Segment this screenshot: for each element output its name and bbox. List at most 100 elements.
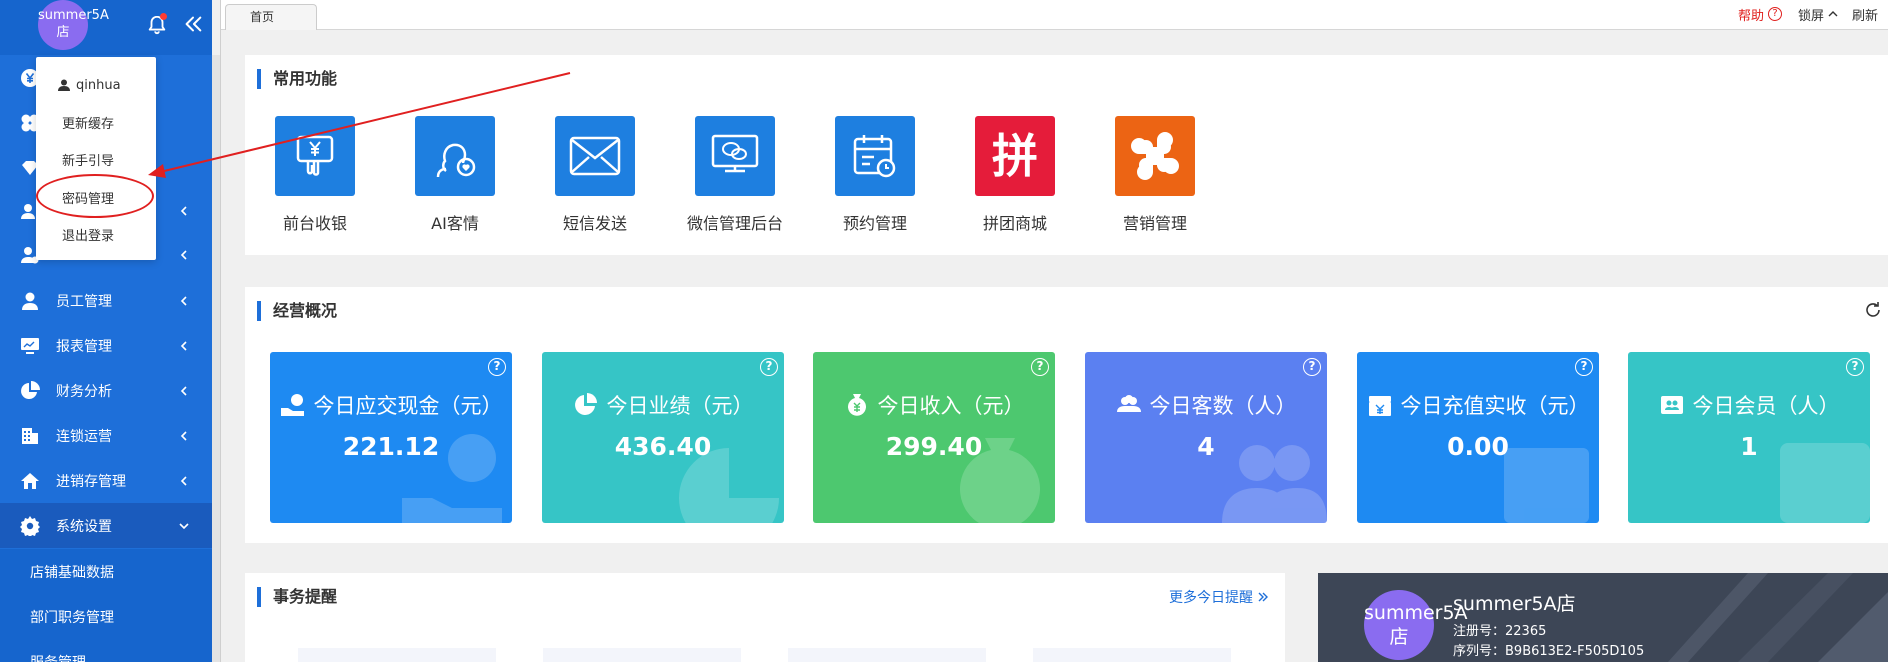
stat-header: 今日收入（元） bbox=[813, 390, 1055, 420]
sidebar-item-label: 系统设置 bbox=[56, 518, 112, 535]
func-appointment[interactable]: 预约管理 bbox=[820, 116, 930, 234]
more-reminders-link[interactable]: 更多今日提醒 bbox=[1169, 587, 1269, 607]
ai-customer-icon bbox=[415, 116, 495, 196]
collapse-sidebar-icon[interactable] bbox=[182, 12, 204, 36]
pie-chart-icon bbox=[20, 380, 40, 401]
submenu-item-services[interactable]: 服务管理 bbox=[0, 639, 212, 662]
sidebar-item-label: 员工管理 bbox=[56, 293, 112, 310]
dropdown-item-label: 新手引导 bbox=[62, 153, 115, 169]
dropdown-item-label: 更新缓存 bbox=[62, 116, 115, 132]
help-icon[interactable]: ? bbox=[1303, 358, 1321, 376]
stat-card-cash[interactable]: ? 今日应交现金（元） 221.12 bbox=[270, 352, 512, 523]
func-ai-customer[interactable]: AI客情 bbox=[400, 116, 510, 234]
func-cashier[interactable]: 前台收银 bbox=[260, 116, 370, 234]
background-photo bbox=[1668, 573, 1888, 662]
stat-card-income[interactable]: ? 今日收入（元） 299.40 bbox=[813, 352, 1055, 523]
dropdown-item-guide[interactable]: 新手引导 bbox=[36, 144, 156, 174]
user-icon bbox=[20, 291, 40, 311]
group-buy-glyph: 拼 bbox=[992, 129, 1038, 183]
chevron-left-icon bbox=[180, 205, 187, 216]
gear-icon bbox=[20, 515, 40, 536]
sidebar-item-settings[interactable]: 系统设置 bbox=[0, 503, 212, 548]
dropdown-username: qinhua bbox=[36, 70, 156, 100]
sidebar-item-chain[interactable]: 连锁运营 bbox=[0, 413, 212, 458]
lock-screen-button[interactable]: 锁屏 bbox=[1798, 5, 1838, 24]
stat-header: 今日应交现金（元） bbox=[270, 390, 512, 420]
chevron-up-icon bbox=[1828, 11, 1838, 17]
shop-registration-number: 注册号：22365 bbox=[1453, 624, 1547, 639]
help-icon[interactable]: ? bbox=[1031, 358, 1049, 376]
chevron-left-icon bbox=[180, 430, 187, 441]
func-label: 短信发送 bbox=[562, 214, 627, 233]
func-marketing[interactable]: 营销管理 bbox=[1100, 116, 1210, 234]
help-icon[interactable]: ? bbox=[1846, 358, 1864, 376]
stat-card-members[interactable]: ? 今日会员（人） 1 bbox=[1628, 352, 1870, 523]
submenu-item-label: 部门职务管理 bbox=[30, 609, 114, 626]
stat-value: 0.00 bbox=[1447, 432, 1509, 461]
stat-label: 今日收入（元） bbox=[877, 394, 1025, 418]
stat-header: 今日充值实收（元） bbox=[1357, 390, 1599, 420]
stat-label: 今日业绩（元） bbox=[606, 394, 754, 418]
chevron-down-icon bbox=[179, 522, 189, 529]
stat-label: 今日会员（人） bbox=[1692, 394, 1840, 418]
reload-icon[interactable] bbox=[1864, 301, 1882, 319]
wallet-icon bbox=[1367, 392, 1393, 418]
refresh-button[interactable]: 刷新 bbox=[1852, 5, 1888, 24]
panel-title: 常用功能 bbox=[257, 69, 337, 89]
sidebar-item-reports[interactable]: 报表管理 bbox=[0, 323, 212, 368]
sidebar-scrollbar[interactable] bbox=[212, 55, 220, 662]
stat-label: 今日充值实收（元） bbox=[1400, 394, 1590, 418]
task-card bbox=[788, 648, 986, 662]
stat-card-performance[interactable]: ? 今日业绩（元） 436.40 bbox=[542, 352, 784, 523]
help-link[interactable]: 帮助? bbox=[1738, 5, 1782, 24]
func-label: 前台收银 bbox=[282, 214, 347, 233]
stat-value: 299.40 bbox=[885, 432, 983, 461]
stat-header: 今日业绩（元） bbox=[542, 390, 784, 420]
cashier-icon bbox=[275, 116, 355, 196]
stat-label: 今日客数（人） bbox=[1149, 394, 1297, 418]
tab-label: 首页 bbox=[250, 10, 275, 24]
dropdown-item-refresh-cache[interactable]: 更新缓存 bbox=[36, 107, 156, 137]
sidebar-item-label: 财务分析 bbox=[56, 383, 112, 400]
double-chevron-right-icon bbox=[1258, 592, 1268, 602]
task-card bbox=[298, 648, 496, 662]
help-icon[interactable]: ? bbox=[488, 358, 506, 376]
submenu-item-shop-data[interactable]: 店铺基础数据 bbox=[0, 549, 212, 594]
tab-home[interactable]: 首页 bbox=[225, 4, 317, 30]
user-icon bbox=[58, 79, 70, 91]
stat-header: 今日客数（人） bbox=[1085, 390, 1327, 420]
submenu-item-label: 店铺基础数据 bbox=[30, 564, 114, 581]
func-group-buy[interactable]: 拼 拼团商城 bbox=[960, 116, 1070, 234]
submenu-item-departments[interactable]: 部门职务管理 bbox=[0, 594, 212, 639]
help-icon[interactable]: ? bbox=[1575, 358, 1593, 376]
sidebar-item-label: 连锁运营 bbox=[56, 428, 112, 445]
help-icon[interactable]: ? bbox=[760, 358, 778, 376]
home-icon bbox=[20, 471, 40, 491]
sidebar-item-label: 报表管理 bbox=[56, 338, 112, 355]
money-bag-icon bbox=[844, 392, 870, 418]
wechat-icon bbox=[695, 116, 775, 196]
chevron-left-icon bbox=[180, 249, 187, 260]
func-label: 拼团商城 bbox=[982, 214, 1047, 233]
panel-title: 经营概况 bbox=[257, 301, 337, 321]
stat-value: 436.40 bbox=[614, 432, 712, 461]
dropdown-item-logout[interactable]: 退出登录 bbox=[36, 219, 156, 249]
stat-card-customers[interactable]: ? 今日客数（人） 4 bbox=[1085, 352, 1327, 523]
func-sms[interactable]: 短信发送 bbox=[540, 116, 650, 234]
sidebar-item-inventory[interactable]: 进销存管理 bbox=[0, 458, 212, 503]
stat-header: 今日会员（人） bbox=[1628, 390, 1870, 420]
sidebar-item-staff[interactable]: 员工管理 bbox=[0, 278, 212, 323]
shop-name: summer5A店 bbox=[1453, 593, 1576, 615]
notification-dot bbox=[160, 13, 167, 20]
sidebar-header: summer5A店 bbox=[0, 0, 212, 55]
top-bar: 首页 帮助? 锁屏 刷新 bbox=[221, 0, 1888, 30]
stat-card-recharge[interactable]: ? 今日充值实收（元） 0.00 bbox=[1357, 352, 1599, 523]
sidebar-divider bbox=[220, 0, 221, 662]
sidebar-item-finance[interactable]: 财务分析 bbox=[0, 368, 212, 413]
lock-label: 锁屏 bbox=[1797, 8, 1824, 24]
user-avatar[interactable]: summer5A店 bbox=[38, 0, 109, 50]
func-wechat-admin[interactable]: 微信管理后台 bbox=[680, 116, 790, 234]
member-card-icon bbox=[1659, 392, 1685, 418]
func-label: 微信管理后台 bbox=[686, 214, 783, 233]
submenu-item-label: 服务管理 bbox=[30, 652, 86, 662]
